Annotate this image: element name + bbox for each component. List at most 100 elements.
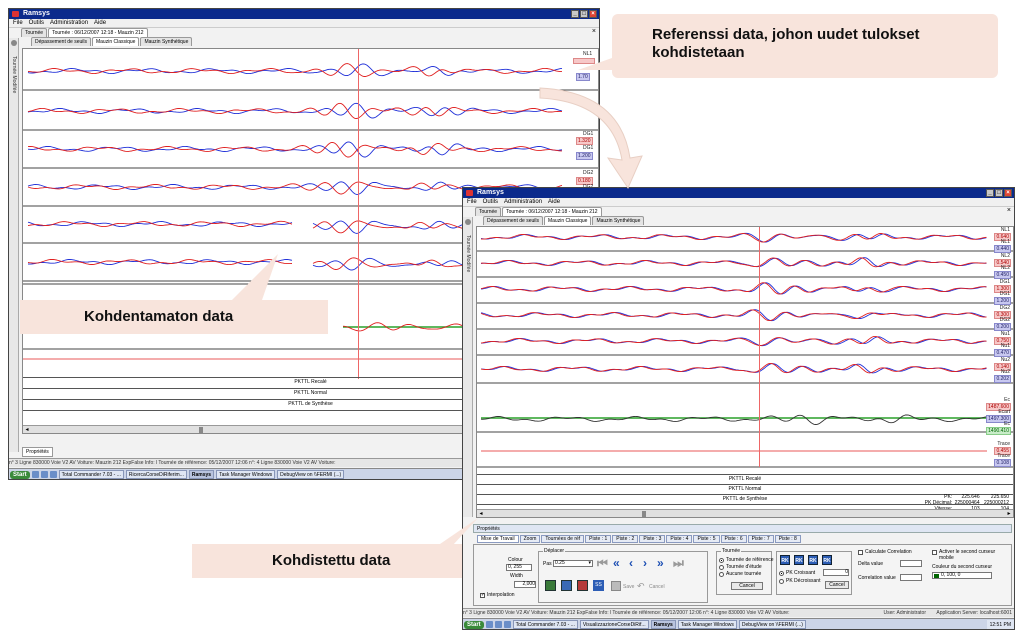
scroll-left-icon[interactable]: ◂ bbox=[23, 426, 31, 433]
taskbar-item[interactable]: RicercaCorseDiRiferim... bbox=[125, 470, 187, 479]
gear-icon[interactable] bbox=[464, 219, 471, 225]
pk-offset-field[interactable]: 0 bbox=[823, 569, 849, 576]
taskbar-item[interactable]: Task Manager Windows bbox=[677, 620, 737, 629]
rk-button-1[interactable]: RK bbox=[780, 555, 790, 565]
grid-icon-2[interactable] bbox=[561, 580, 572, 591]
tournee-cancel-button[interactable]: Cancel bbox=[731, 582, 763, 590]
tab-mauzin-synthetique[interactable]: Mauzin Synthétique bbox=[592, 216, 645, 225]
fast-forward-icon[interactable]: » bbox=[657, 557, 664, 569]
skip-last-icon[interactable]: ⏭ bbox=[673, 557, 684, 569]
pk-cancel-button[interactable]: Cancel bbox=[825, 581, 849, 589]
tab-piste-2[interactable]: Piste : 2 bbox=[612, 535, 639, 543]
rewind-icon[interactable]: « bbox=[613, 557, 620, 569]
gear-icon[interactable] bbox=[10, 40, 17, 46]
radio-pk-decroissant[interactable] bbox=[779, 579, 784, 584]
delta-field[interactable] bbox=[900, 560, 922, 567]
colour-field[interactable]: 0, 255 bbox=[506, 564, 532, 571]
menu-outils[interactable]: Outils bbox=[29, 19, 44, 27]
save-label[interactable]: Save bbox=[623, 584, 634, 590]
close-tab-icon[interactable]: × bbox=[592, 28, 596, 36]
start-button[interactable]: Start bbox=[464, 620, 484, 629]
rk-button-4[interactable]: RK bbox=[822, 555, 832, 565]
step-back-icon[interactable]: ‹ bbox=[629, 557, 633, 569]
taskbar-item[interactable]: Total Commander 7.03 - ... bbox=[58, 470, 124, 479]
tab-tournee[interactable]: Tournée bbox=[475, 207, 502, 216]
chevron-down-icon[interactable]: ▾ bbox=[588, 561, 591, 566]
tab-zoom[interactable]: Zoom bbox=[519, 535, 541, 543]
rk-button-3[interactable]: RK bbox=[808, 555, 818, 565]
properties-tab[interactable]: Propriétés bbox=[22, 447, 53, 457]
scroll-left-icon[interactable]: ◂ bbox=[477, 510, 485, 517]
correlation-field[interactable] bbox=[900, 574, 922, 581]
horizontal-scrollbar[interactable]: ◂ ▸ bbox=[477, 509, 1013, 517]
menu-administration[interactable]: Administration bbox=[504, 198, 542, 206]
taskbar-item[interactable]: Ramsys bbox=[650, 620, 676, 629]
tab-piste-4[interactable]: Piste : 4 bbox=[666, 535, 693, 543]
ss-icon[interactable]: SS bbox=[593, 580, 604, 591]
quicklaunch-ie-icon[interactable] bbox=[31, 471, 39, 478]
tab-piste-7[interactable]: Piste : 7 bbox=[747, 535, 774, 543]
calculate-correlation-checkbox[interactable] bbox=[858, 550, 863, 555]
radio-tournee-etude[interactable] bbox=[719, 565, 724, 570]
cancel-label[interactable]: Cancel bbox=[649, 584, 665, 590]
maximize-icon[interactable]: □ bbox=[580, 10, 588, 18]
menu-outils[interactable]: Outils bbox=[483, 198, 498, 206]
rk-button-2[interactable]: RK bbox=[794, 555, 804, 565]
tab-tournees-ref[interactable]: Tournées de réf bbox=[541, 535, 585, 543]
quicklaunch-folder-icon[interactable] bbox=[40, 471, 48, 478]
minimize-icon[interactable]: _ bbox=[571, 10, 579, 18]
taskbar-item[interactable]: DebugView on \\FERMI (...) bbox=[277, 470, 345, 479]
cursor-line[interactable] bbox=[358, 49, 359, 379]
menu-administration[interactable]: Administration bbox=[50, 19, 88, 27]
radio-pk-croissant[interactable] bbox=[779, 571, 784, 576]
interpolation-checkbox[interactable]: ✓ bbox=[480, 593, 485, 598]
side-panel[interactable]: Tournée Modifée bbox=[463, 217, 473, 517]
tab-piste-8[interactable]: Piste : 8 bbox=[774, 535, 801, 543]
menu-aide[interactable]: Aide bbox=[94, 19, 106, 27]
taskbar-item[interactable]: Task Manager Windows bbox=[216, 470, 276, 479]
scrollbar-thumb[interactable] bbox=[642, 511, 646, 517]
menu-aide[interactable]: Aide bbox=[548, 198, 560, 206]
radio-tournee-reference[interactable] bbox=[719, 558, 724, 563]
taskbar-item[interactable]: DebugView on \\FERMI (...) bbox=[738, 620, 806, 629]
save-icon[interactable] bbox=[611, 581, 621, 591]
close-icon[interactable]: × bbox=[1004, 189, 1012, 197]
tab-mauzin-classique[interactable]: Mauzin Classique bbox=[543, 216, 592, 225]
tab-mise-de-travail[interactable]: Mise de Travail bbox=[477, 535, 519, 543]
radio-aucune-tournee[interactable] bbox=[719, 572, 724, 577]
minimize-icon[interactable]: _ bbox=[986, 189, 994, 197]
tab-mauzin-synthetique[interactable]: Mauzin Synthétique bbox=[140, 37, 193, 46]
activate-cursor-checkbox[interactable] bbox=[932, 550, 937, 555]
track-plot[interactable]: NL1 0.640 NL1 0.440 NL2 0.540 NL2 0.450 DG1 1.300… bbox=[476, 226, 1014, 518]
taskbar-item[interactable]: Total Commander 7.03 - ... bbox=[512, 620, 578, 629]
grid-icon-1[interactable] bbox=[545, 580, 556, 591]
maximize-icon[interactable]: □ bbox=[995, 189, 1003, 197]
cursor-line[interactable] bbox=[759, 227, 760, 467]
tab-tournee-detail[interactable]: Tournée : 06/12/2007 12:18 - Mauzin 212 bbox=[502, 207, 602, 216]
tab-mauzin-classique[interactable]: Mauzin Classique bbox=[91, 37, 140, 46]
cursor-colour-field[interactable]: 0, 100, 0 bbox=[932, 572, 992, 579]
menu-file[interactable]: File bbox=[467, 198, 477, 206]
taskbar-item[interactable]: Ramsys bbox=[188, 470, 215, 479]
pas-select[interactable]: 0.25 ▾ bbox=[553, 560, 593, 567]
tab-piste-6[interactable]: Piste : 6 bbox=[720, 535, 747, 543]
undo-icon[interactable]: ↶ bbox=[637, 581, 647, 591]
menu-file[interactable]: File bbox=[13, 19, 23, 27]
start-button[interactable]: Start bbox=[10, 470, 30, 479]
tab-piste-1[interactable]: Piste : 1 bbox=[585, 535, 612, 543]
tab-piste-3[interactable]: Piste : 3 bbox=[639, 535, 666, 543]
tab-tournee[interactable]: Tournée bbox=[21, 28, 48, 37]
quicklaunch-ie-icon[interactable] bbox=[485, 621, 493, 628]
tab-piste-5[interactable]: Piste : 5 bbox=[693, 535, 720, 543]
step-forward-icon[interactable]: › bbox=[643, 557, 647, 569]
width-field[interactable]: 2,000 bbox=[514, 581, 536, 588]
tab-depassement[interactable]: Dépassement de seuils bbox=[31, 37, 91, 46]
grid-icon-3[interactable] bbox=[577, 580, 588, 591]
scrollbar-thumb[interactable] bbox=[199, 427, 203, 433]
scroll-right-icon[interactable]: ▸ bbox=[1005, 510, 1013, 517]
quicklaunch-app-icon[interactable] bbox=[503, 621, 511, 628]
taskbar-item[interactable]: VisualizzazioneCorseDiRif... bbox=[579, 620, 649, 629]
close-icon[interactable]: × bbox=[589, 10, 597, 18]
quicklaunch-folder-icon[interactable] bbox=[494, 621, 502, 628]
tab-depassement[interactable]: Dépassement de seuils bbox=[483, 216, 543, 225]
